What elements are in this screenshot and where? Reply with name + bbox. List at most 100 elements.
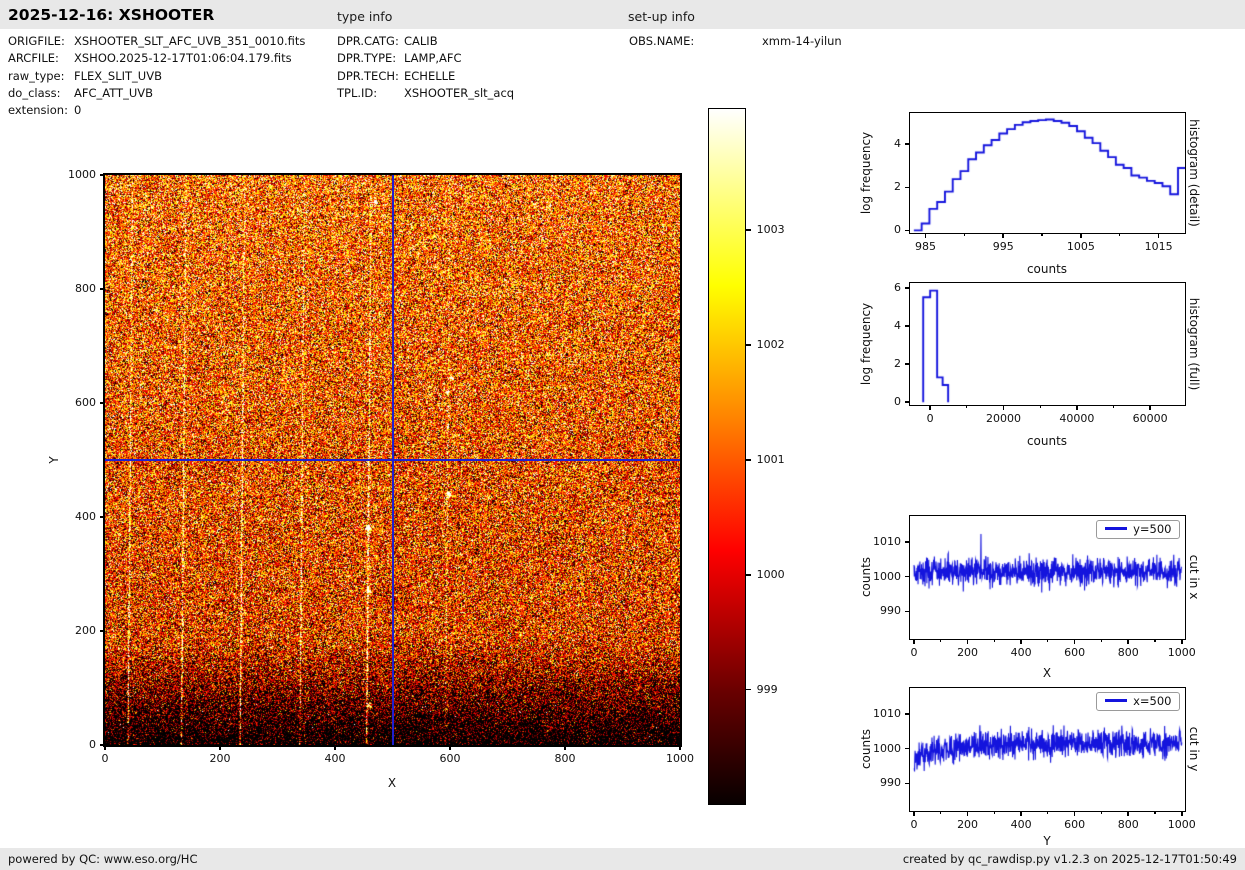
x-tick-label: 995 bbox=[993, 240, 1014, 253]
y-tick-mark bbox=[100, 174, 105, 176]
x-minor-tick-mark bbox=[966, 405, 967, 408]
y-tick-label: 0 bbox=[54, 738, 96, 751]
x-minor-tick-mark bbox=[1101, 811, 1102, 814]
page-title: 2025-12-16: XSHOOTER bbox=[8, 6, 214, 24]
x-tick-mark bbox=[913, 811, 915, 816]
x-minor-tick-mark bbox=[1154, 639, 1155, 642]
y-tick-mark bbox=[905, 325, 910, 327]
y-tick-mark bbox=[905, 611, 910, 613]
y-tick-mark bbox=[905, 748, 910, 750]
section-heading-setup-info: set-up info bbox=[628, 9, 695, 24]
x-tick-label: 600 bbox=[1064, 646, 1085, 659]
x-minor-tick-mark bbox=[1113, 405, 1114, 408]
x-tick-mark bbox=[219, 745, 221, 750]
y-tick-mark bbox=[905, 230, 910, 232]
y-tick-mark bbox=[905, 287, 910, 289]
x-tick-mark bbox=[1080, 233, 1082, 238]
legend-label: x=500 bbox=[1133, 694, 1171, 708]
x-minor-tick-mark bbox=[1154, 811, 1155, 814]
y-tick-label: 6 bbox=[859, 281, 901, 294]
x-tick-mark bbox=[1076, 405, 1078, 410]
file-info-label: ORIGFILE: bbox=[8, 34, 65, 48]
file-info-value: AFC_ATT_UVB bbox=[74, 86, 153, 100]
x-tick-mark bbox=[449, 745, 451, 750]
main-image-plot bbox=[103, 173, 682, 747]
x-minor-tick-mark bbox=[994, 639, 995, 642]
x-tick-label: 1000 bbox=[1168, 818, 1196, 831]
type-info-label: DPR.CATG: bbox=[337, 34, 399, 48]
x-minor-tick-mark bbox=[1047, 639, 1048, 642]
y-tick-label: 0 bbox=[859, 223, 901, 236]
colorbar-tick-mark bbox=[746, 229, 751, 231]
x-tick-mark bbox=[1074, 639, 1076, 644]
x-minor-tick-mark bbox=[1040, 405, 1041, 408]
x-tick-mark bbox=[564, 745, 566, 750]
y-tick-label: 1010 bbox=[859, 535, 901, 548]
x-tick-label: 0 bbox=[911, 646, 918, 659]
x-tick-label: 400 bbox=[1011, 646, 1032, 659]
hist-detail-right-label: histogram (detail) bbox=[1187, 119, 1201, 227]
y-tick-mark bbox=[100, 744, 105, 746]
histogram-detail-curve bbox=[910, 113, 1185, 233]
y-tick-label: 2 bbox=[859, 180, 901, 193]
x-tick-label: 800 bbox=[1118, 646, 1139, 659]
section-heading-type-info: type info bbox=[337, 9, 392, 24]
histogram-full-curve bbox=[910, 283, 1185, 405]
cut-x-xlabel: X bbox=[1043, 666, 1051, 680]
main-xaxis-label: X bbox=[388, 776, 396, 790]
y-tick-label: 400 bbox=[54, 510, 96, 523]
x-tick-mark bbox=[1127, 639, 1129, 644]
cut-in-x-plot: y=500 bbox=[909, 515, 1186, 640]
colorbar-tick-label: 1002 bbox=[757, 338, 785, 351]
type-info-value: CALIB bbox=[404, 34, 438, 48]
x-tick-label: 400 bbox=[325, 752, 346, 765]
cut-in-x-legend: y=500 bbox=[1096, 520, 1179, 539]
cut-x-right-label: cut in x bbox=[1187, 555, 1201, 600]
colorbar-tick-mark bbox=[746, 344, 751, 346]
crosshair-horizontal-y500 bbox=[105, 459, 680, 461]
y-tick-label: 4 bbox=[859, 319, 901, 332]
x-tick-label: 985 bbox=[915, 240, 936, 253]
file-info-label: extension: bbox=[8, 103, 68, 117]
x-tick-label: 0 bbox=[927, 412, 934, 425]
file-info-value: 0 bbox=[74, 103, 81, 117]
x-minor-tick-mark bbox=[994, 811, 995, 814]
x-minor-tick-mark bbox=[1119, 233, 1120, 236]
x-tick-label: 600 bbox=[440, 752, 461, 765]
x-tick-mark bbox=[967, 811, 969, 816]
type-info-value: XSHOOTER_slt_acq bbox=[404, 86, 514, 100]
x-tick-mark bbox=[679, 745, 681, 750]
cut-in-y-legend: x=500 bbox=[1096, 692, 1179, 711]
type-info-label: DPR.TECH: bbox=[337, 69, 399, 83]
colorbar-tick-mark bbox=[746, 689, 751, 691]
colorbar-tick-label: 1003 bbox=[757, 223, 785, 236]
file-info-label: ARCFILE: bbox=[8, 51, 59, 65]
x-tick-label: 800 bbox=[555, 752, 576, 765]
x-tick-mark bbox=[1158, 233, 1160, 238]
y-tick-label: 1000 bbox=[859, 570, 901, 583]
y-tick-mark bbox=[905, 576, 910, 578]
file-info-label: raw_type: bbox=[8, 69, 65, 83]
y-tick-label: 200 bbox=[54, 624, 96, 637]
hist-full-right-label: histogram (full) bbox=[1187, 298, 1201, 391]
x-minor-tick-mark bbox=[940, 639, 941, 642]
y-tick-mark bbox=[905, 143, 910, 145]
histogram-detail-plot bbox=[909, 112, 1186, 234]
hist-full-xlabel: counts bbox=[1027, 434, 1067, 448]
file-info-label: do_class: bbox=[8, 86, 61, 100]
x-tick-mark bbox=[104, 745, 106, 750]
legend-label: y=500 bbox=[1133, 522, 1171, 536]
x-tick-mark bbox=[1181, 639, 1183, 644]
type-info-value: ECHELLE bbox=[404, 69, 455, 83]
x-tick-mark bbox=[1002, 233, 1004, 238]
x-tick-label: 60000 bbox=[1133, 412, 1168, 425]
colorbar-tick-mark bbox=[746, 459, 751, 461]
type-info-value: LAMP,AFC bbox=[404, 51, 462, 65]
file-info-value: XSHOO.2025-12-17T01:06:04.179.fits bbox=[74, 51, 292, 65]
x-minor-tick-mark bbox=[1101, 639, 1102, 642]
x-tick-label: 600 bbox=[1064, 818, 1085, 831]
y-tick-mark bbox=[905, 783, 910, 785]
main-yaxis-label: Y bbox=[47, 456, 61, 463]
y-tick-label: 990 bbox=[859, 776, 901, 789]
y-tick-label: 990 bbox=[859, 604, 901, 617]
